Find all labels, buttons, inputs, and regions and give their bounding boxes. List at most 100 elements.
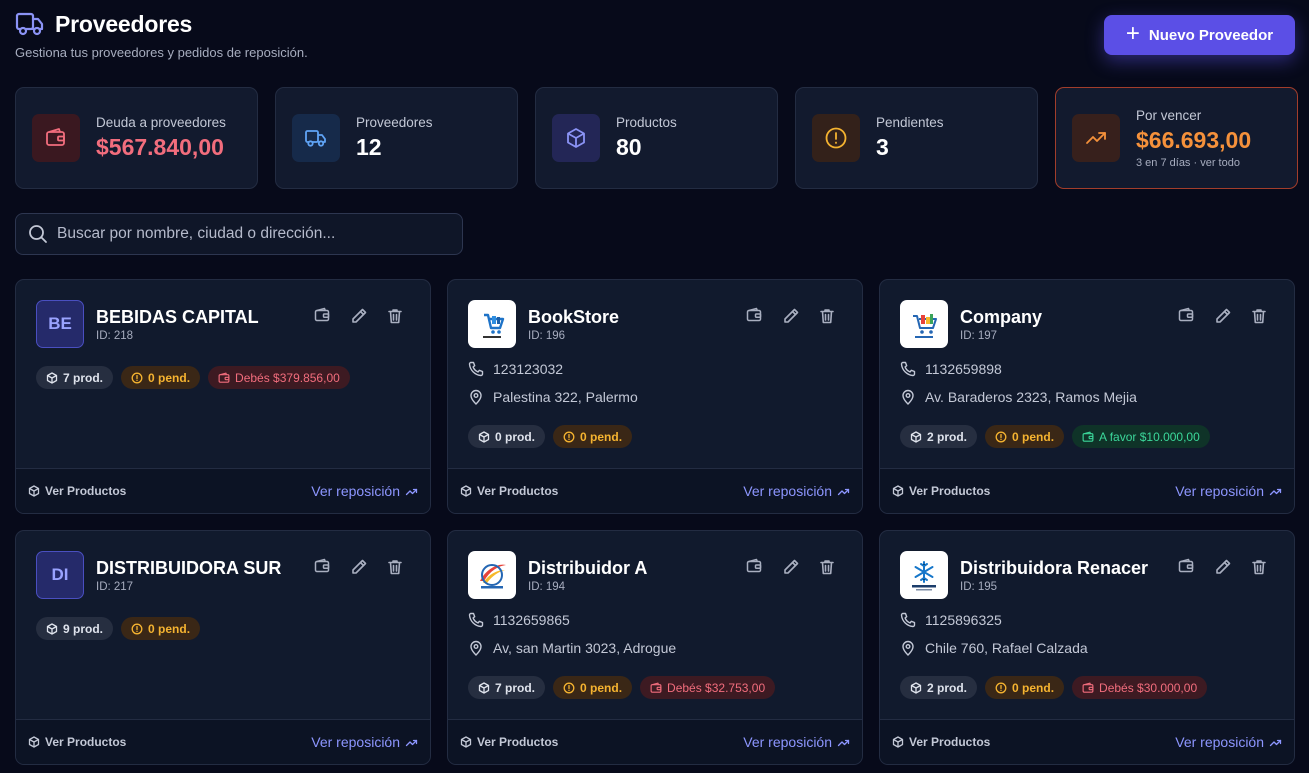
trash-icon[interactable]	[818, 558, 836, 576]
address-row: Av, san Martin 3023, Adrogue	[468, 640, 676, 656]
edit-icon[interactable]	[350, 307, 368, 325]
address-row: Av. Baraderos 2323, Ramos Mejia	[900, 389, 1137, 405]
badges: 0 prod. 0 pend.	[468, 425, 633, 448]
trash-icon[interactable]	[386, 558, 404, 576]
view-products-link[interactable]: Ver Productos	[460, 484, 558, 498]
supplier-name: Distribuidora Renacer	[960, 558, 1149, 578]
phone-row: 1125896325	[900, 612, 1002, 628]
view-restock-link[interactable]: Ver reposición	[743, 734, 850, 750]
wallet-icon[interactable]	[746, 307, 764, 325]
supplier-card[interactable]: Company ID: 197 1132659898 Av. Baraderos …	[879, 279, 1295, 514]
card-footer: Ver Productos Ver reposición	[16, 719, 430, 764]
supplier-name: BEBIDAS CAPITAL	[96, 307, 259, 327]
view-restock-label: Ver reposición	[743, 734, 832, 750]
phone-icon	[468, 612, 484, 628]
supplier-logo	[900, 551, 948, 599]
view-restock-label: Ver reposición	[1175, 734, 1264, 750]
edit-icon[interactable]	[350, 558, 368, 576]
view-products-link[interactable]: Ver Productos	[892, 484, 990, 498]
stat-subtext[interactable]: 3 en 7 días · ver todo	[1136, 157, 1251, 169]
stat-card-products: Productos 80	[535, 87, 778, 189]
trash-icon[interactable]	[1250, 558, 1268, 576]
trash-icon[interactable]	[818, 307, 836, 325]
view-products-link[interactable]: Ver Productos	[460, 735, 558, 749]
pending-count: 0 pend.	[580, 680, 623, 695]
phone-icon	[468, 361, 484, 377]
supplier-id: ID: 217	[96, 581, 134, 593]
card-actions	[746, 558, 836, 576]
supplier-card[interactable]: Distribuidor A ID: 194 1132659865 Av, san…	[447, 530, 863, 765]
wallet-icon[interactable]	[746, 558, 764, 576]
box-icon	[460, 736, 472, 748]
map-pin-icon	[900, 640, 916, 656]
view-restock-link[interactable]: Ver reposición	[311, 734, 418, 750]
address-row: Chile 760, Rafael Calzada	[900, 640, 1088, 656]
view-restock-link[interactable]: Ver reposición	[743, 483, 850, 499]
badges: 9 prod. 0 pend.	[36, 617, 201, 640]
view-products-link[interactable]: Ver Productos	[28, 484, 126, 498]
view-products-label: Ver Productos	[477, 484, 559, 498]
supplier-id: ID: 194	[528, 581, 566, 593]
supplier-card[interactable]: DI DISTRIBUIDORA SUR ID: 217 9 prod. 0 pen…	[15, 530, 431, 765]
truck-icon	[15, 11, 45, 37]
wallet-icon[interactable]	[1178, 558, 1196, 576]
wallet-icon[interactable]	[314, 558, 332, 576]
phone-row: 123123032	[468, 361, 563, 377]
wallet-icon	[1082, 682, 1094, 694]
trending-up-icon	[1269, 485, 1282, 498]
wallet-icon	[1082, 431, 1094, 443]
alert-circle-icon	[812, 114, 860, 162]
trending-up-icon	[405, 736, 418, 749]
box-icon	[910, 681, 922, 694]
phone-row: 1132659865	[468, 612, 570, 628]
wallet-icon[interactable]	[1178, 307, 1196, 325]
trash-icon[interactable]	[1250, 307, 1268, 325]
supplier-card[interactable]: Distribuidora Renacer ID: 195 1125896325 …	[879, 530, 1295, 765]
address-row: Palestina 322, Palermo	[468, 389, 638, 405]
stat-value: 12	[356, 134, 382, 160]
stat-card-suppliers: Proveedores 12	[275, 87, 518, 189]
edit-icon[interactable]	[782, 558, 800, 576]
clock-icon	[563, 682, 575, 694]
supplier-name: Distribuidor A	[528, 558, 648, 578]
view-products-link[interactable]: Ver Productos	[28, 735, 126, 749]
search-input[interactable]	[57, 225, 447, 243]
badges: 7 prod. 0 pend. Debés $379.856,00	[36, 366, 350, 389]
stat-card-due-soon[interactable]: Por vencer $66.693,00 3 en 7 días · ver …	[1055, 87, 1298, 189]
supplier-card[interactable]: BookStore ID: 196 123123032 Palestina 322…	[447, 279, 863, 514]
trash-icon[interactable]	[386, 307, 404, 325]
card-actions	[314, 558, 404, 576]
address-text: Av. Baraderos 2323, Ramos Mejia	[925, 389, 1137, 405]
view-restock-link[interactable]: Ver reposición	[1175, 483, 1282, 499]
stats-row: Deuda a proveedores $567.840,00 Proveedo…	[15, 87, 1298, 189]
supplier-name: DISTRIBUIDORA SUR	[96, 558, 282, 578]
stat-value: 80	[616, 134, 642, 160]
edit-icon[interactable]	[782, 307, 800, 325]
stat-card-pending: Pendientes 3	[795, 87, 1038, 189]
supplier-logo	[468, 300, 516, 348]
pending-badge: 0 pend.	[121, 366, 201, 389]
pending-badge: 0 pend.	[121, 617, 201, 640]
wallet-icon[interactable]	[314, 307, 332, 325]
view-restock-link[interactable]: Ver reposición	[1175, 734, 1282, 750]
balance-text: A favor $10.000,00	[1099, 429, 1200, 444]
supplier-id: ID: 195	[960, 581, 998, 593]
view-products-link[interactable]: Ver Productos	[892, 735, 990, 749]
pending-count: 0 pend.	[148, 621, 191, 636]
balance-text: Debés $30.000,00	[1099, 680, 1198, 695]
view-restock-label: Ver reposición	[311, 483, 400, 499]
balance-badge: Debés $32.753,00	[640, 676, 776, 699]
box-icon	[478, 430, 490, 443]
products-badge: 7 prod.	[468, 676, 546, 699]
pending-badge: 0 pend.	[985, 425, 1065, 448]
new-supplier-button[interactable]: + Nuevo Proveedor	[1104, 15, 1295, 55]
edit-icon[interactable]	[1214, 307, 1232, 325]
box-icon	[892, 485, 904, 497]
supplier-logo	[900, 300, 948, 348]
supplier-card[interactable]: BE BEBIDAS CAPITAL ID: 218 7 prod. 0 pend.…	[15, 279, 431, 514]
edit-icon[interactable]	[1214, 558, 1232, 576]
view-restock-label: Ver reposición	[1175, 483, 1264, 499]
wallet-icon	[650, 682, 662, 694]
stat-value: 3	[876, 134, 889, 160]
view-restock-link[interactable]: Ver reposición	[311, 483, 418, 499]
